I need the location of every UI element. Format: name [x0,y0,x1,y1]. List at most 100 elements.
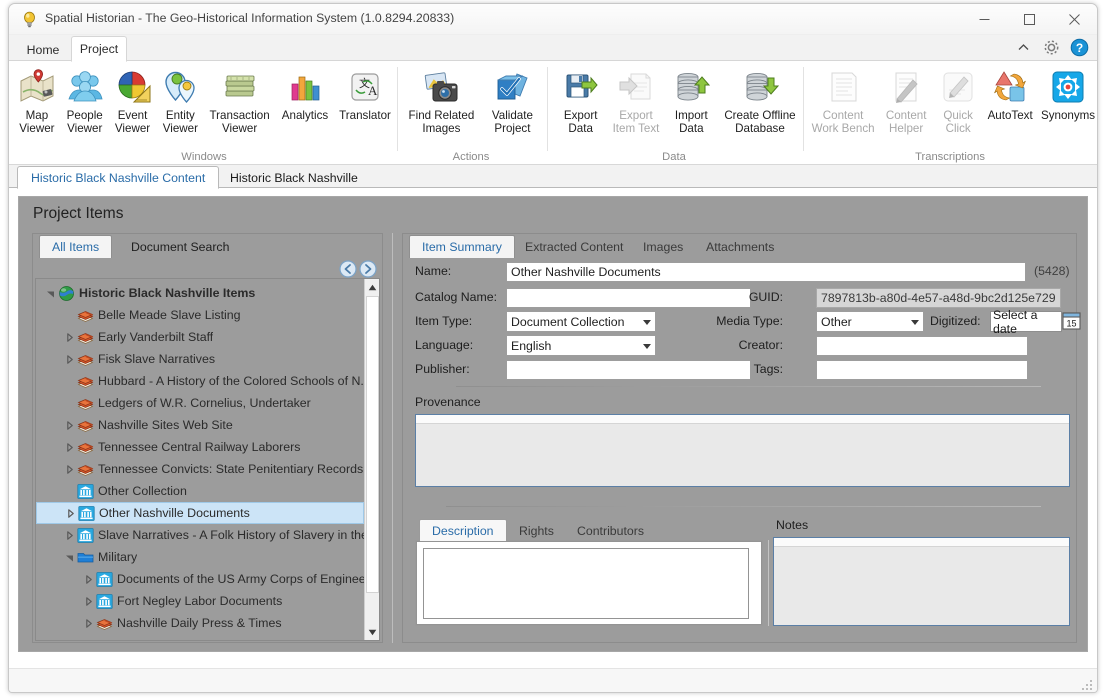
tree-item[interactable]: Slave Narratives - A Folk History of Sla… [36,524,364,546]
ribbon-button-find-related-images[interactable]: Find Related Images [403,66,480,135]
provenance-editor[interactable] [415,414,1070,487]
tab-document-search[interactable]: Document Search [119,236,241,258]
tree-expander-collapsed-icon[interactable] [80,571,96,587]
collapse-ribbon-icon[interactable] [1014,38,1033,57]
creator-field[interactable] [816,336,1028,356]
tab-contributors[interactable]: Contributors [565,520,656,541]
ribbon-button-analytics[interactable]: Analytics [275,66,335,122]
help-icon[interactable]: ? [1070,38,1089,57]
tags-field[interactable] [816,360,1028,380]
ribbon-label-line1: Transaction [209,109,270,122]
tree-expander-collapsed-icon[interactable] [61,329,77,345]
forward-button[interactable] [359,260,377,278]
lower-splitter[interactable] [766,540,771,626]
tree-item[interactable]: Nashville Sites Web Site [36,414,364,436]
tab-home[interactable]: Home [19,37,67,62]
tab-description[interactable]: Description [419,519,507,541]
doc-tab-historic-black-nashville-content[interactable]: Historic Black Nashville Content [17,166,220,189]
back-button[interactable] [339,260,357,278]
tree-expander-collapsed-icon[interactable] [61,439,77,455]
calendar-icon[interactable]: 15 [1062,311,1081,330]
tab-item-summary[interactable]: Item Summary [409,235,515,258]
tree-expander-expanded-icon[interactable] [61,549,77,565]
publisher-field[interactable] [506,360,751,380]
ribbon-button-autotext[interactable]: AutoText [981,66,1039,122]
archive-icon [96,571,113,588]
resize-grip[interactable] [1082,678,1093,690]
tree-item[interactable]: Hubbard - A History of the Colored Schoo… [36,370,364,392]
tab-images[interactable]: Images [631,236,695,258]
ribbon-button-transaction-viewer[interactable]: Transaction Viewer [204,66,275,135]
chevron-down-icon [911,320,919,325]
ribbon-button-people-viewer[interactable]: People Viewer [61,66,109,135]
ribbon-button-export-data[interactable]: Export Data [553,66,608,135]
digitized-date-field[interactable]: Select a date [990,308,1062,336]
language-select[interactable]: English [506,335,656,356]
description-textarea[interactable] [423,548,749,619]
tab-all-items[interactable]: All Items [39,235,113,258]
gear-icon[interactable] [1042,38,1061,57]
tree-expander-collapsed-icon[interactable] [61,351,77,367]
tree-expander-collapsed-icon[interactable] [61,527,77,543]
ribbon-label-line1: Entity [165,109,195,122]
tree-item[interactable]: Military [36,546,364,568]
tree-item[interactable]: Nashville Daily Union [36,634,364,640]
ribbon-button-map-viewer[interactable]: Map Viewer [13,66,61,135]
tree-expander-none [61,395,77,411]
tree-expander-collapsed-icon[interactable] [62,505,78,521]
scroll-up-button[interactable] [365,279,379,295]
notes-editor[interactable] [773,537,1070,626]
tree-expander-expanded-icon[interactable] [42,285,58,301]
ribbon-button-import-data[interactable]: Import Data [664,66,719,135]
item-type-select[interactable]: Document Collection [506,311,656,332]
ribbon-button-synonyms[interactable]: Synonyms [1039,66,1097,122]
content-area: Project Items All Items Document Search [9,188,1097,668]
tab-rights[interactable]: Rights [507,520,566,541]
tree-item[interactable]: Tennessee Central Railway Laborers [36,436,364,458]
archive-icon [78,505,95,522]
tree-expander-collapsed-icon[interactable] [61,417,77,433]
svg-text:?: ? [1076,41,1083,55]
tab-attachments[interactable]: Attachments [694,236,786,258]
ribbon-button-event-viewer[interactable]: Event Viewer [109,66,157,135]
tree-expander-collapsed-icon[interactable] [80,615,96,631]
ribbon-button-quick-click: Quick Click [935,66,981,135]
ribbon-button-entity-viewer[interactable]: Entity Viewer [156,66,204,135]
ribbon-button-validate-project[interactable]: Validate Project [480,66,545,135]
close-button[interactable] [1052,4,1097,35]
tree-item[interactable]: Historic Black Nashville Items [36,282,364,304]
tree-item[interactable]: Nashville Daily Press & Times [36,612,364,634]
ribbon-button-create-offline-database[interactable]: Create Offline Database [719,66,801,135]
catalog-name-field[interactable] [506,288,751,308]
tree-expander-collapsed-icon[interactable] [80,593,96,609]
project-items-tree[interactable]: Historic Black Nashville Items Belle Mead… [35,278,380,641]
translator-icon: 文 A [346,68,384,106]
minimize-button[interactable] [962,4,1007,35]
chevron-down-icon [643,320,651,325]
tab-extracted-content[interactable]: Extracted Content [513,236,635,258]
ribbon-label-line1: Content [822,109,864,122]
name-field[interactable]: Other Nashville Documents [506,262,1026,282]
tree-item[interactable]: Other Nashville Documents [36,502,364,524]
pane-splitter[interactable] [389,233,397,643]
tree-item[interactable]: Ledgers of W.R. Cornelius, Undertaker [36,392,364,414]
tab-project[interactable]: Project [71,36,127,62]
item-detail-pane: Item Summary Extracted Content Images At… [402,233,1081,643]
tree-item[interactable]: Belle Meade Slave Listing [36,304,364,326]
doc-tab-historic-black-nashville[interactable]: Historic Black Nashville [216,166,372,189]
ribbon-button-translator[interactable]: 文 A Translator [335,66,395,122]
scroll-down-button[interactable] [365,624,379,640]
title-bar: Spatial Historian - The Geo-Historical I… [9,4,1097,35]
scrollbar-thumb[interactable] [366,296,379,593]
media-type-select[interactable]: Other [816,311,924,332]
tree-item[interactable]: Documents of the US Army Corps of Engine… [36,568,364,590]
maximize-button[interactable] [1007,4,1052,35]
tree-item[interactable]: Fort Negley Labor Documents [36,590,364,612]
tree-item[interactable]: Early Vanderbilt Staff [36,326,364,348]
tree-item[interactable]: Tennessee Convicts: State Penitentiary R… [36,458,364,480]
tree-expander-collapsed-icon[interactable] [80,637,96,640]
tree-item[interactable]: Other Collection [36,480,364,502]
tree-expander-collapsed-icon[interactable] [61,461,77,477]
tree-vertical-scrollbar[interactable] [364,279,379,640]
tree-item[interactable]: Fisk Slave Narratives [36,348,364,370]
